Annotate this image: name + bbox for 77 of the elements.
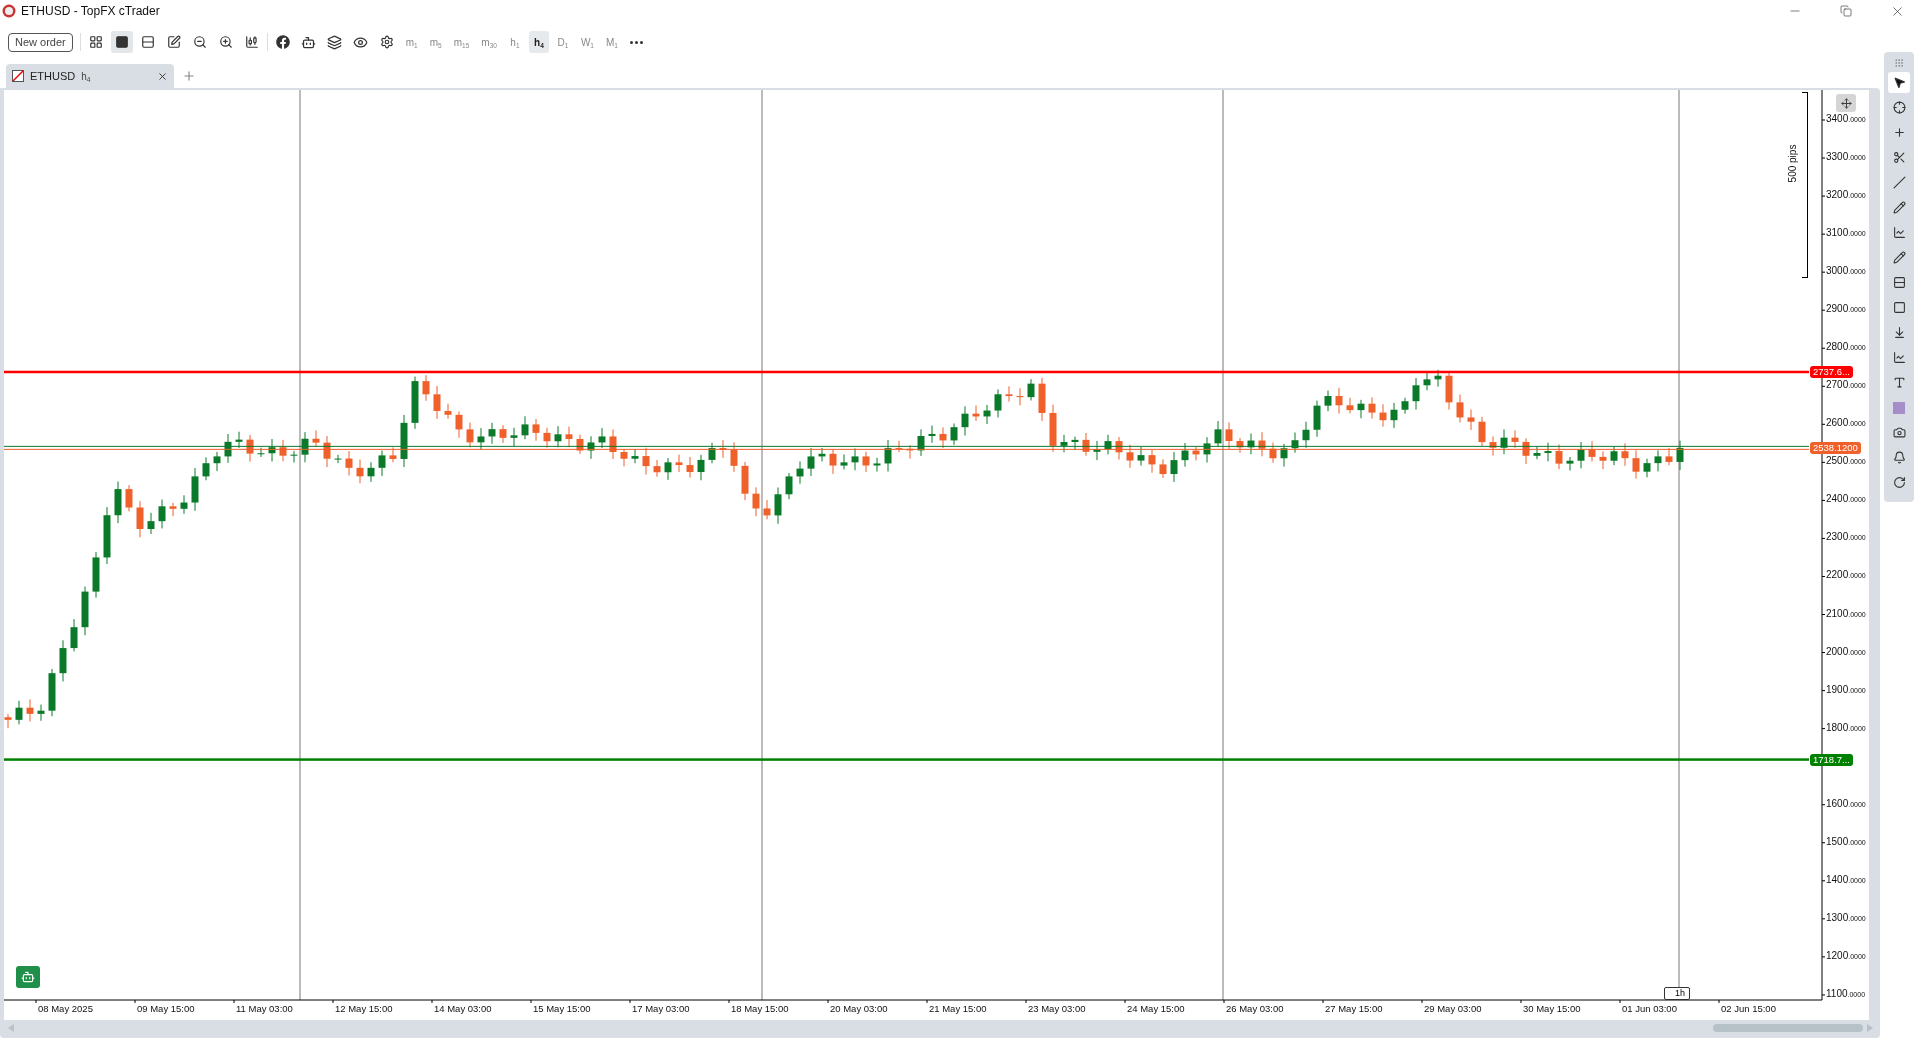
pencil-icon	[1892, 201, 1906, 214]
grid-layout-icon	[88, 35, 103, 49]
layers-icon	[327, 34, 343, 50]
timeframe-button[interactable]: h$_{1}$	[504, 31, 525, 53]
new-order-button[interactable]: New order	[8, 32, 73, 52]
window-title: ETHUSD - TopFX cTrader	[21, 4, 161, 18]
chart-edit-icon	[166, 35, 181, 49]
date-label: 20 May 03:00	[830, 1003, 888, 1014]
date-label: 12 May 15:00	[335, 1003, 393, 1014]
rows-icon	[1892, 276, 1906, 289]
settings-icon	[379, 35, 394, 49]
single-layout-button[interactable]	[110, 31, 133, 53]
timeframe-button[interactable]: M$_{1}$	[602, 31, 622, 53]
pointer-icon	[1892, 76, 1906, 89]
date-label: 27 May 15:00	[1325, 1003, 1383, 1014]
period-marker[interactable]: 1h	[1664, 987, 1690, 1000]
robot-icon	[301, 34, 317, 50]
candlestick-icon	[244, 35, 259, 49]
robot-icon	[21, 970, 35, 984]
date-label: 29 May 03:00	[1424, 1003, 1482, 1014]
chart-line-icon	[1892, 226, 1906, 239]
bell-icon	[1892, 451, 1906, 464]
close-tab-icon[interactable]	[157, 70, 168, 82]
date-label: 26 May 03:00	[1226, 1003, 1284, 1014]
date-label: 08 May 2025	[38, 1003, 93, 1014]
ruler-label: 500 pips	[1787, 144, 1799, 183]
camera-icon	[1892, 426, 1906, 439]
single-layout-icon	[114, 35, 129, 49]
scissors-icon	[1892, 151, 1906, 164]
timeframe-button[interactable]: m$_{5}$	[425, 31, 446, 53]
zoom-out-icon	[192, 35, 207, 49]
text-icon	[1892, 376, 1906, 389]
timeframe-button[interactable]: D$_{1}$	[552, 31, 573, 53]
chart-tab[interactable]: ETHUSD h$_{4}$	[6, 64, 174, 88]
circle-f-icon	[275, 35, 290, 49]
plus-icon	[1892, 126, 1906, 139]
arrow-down-icon	[1892, 326, 1906, 339]
zoom-in-icon	[218, 35, 233, 49]
crosshair-icon	[1892, 101, 1906, 114]
timeframe-button[interactable]: W$_{1}$	[576, 31, 598, 53]
date-label: 15 May 15:00	[533, 1003, 591, 1014]
date-label: 18 May 15:00	[731, 1003, 789, 1014]
timeframe-button[interactable]: m$_{30}$	[477, 31, 501, 53]
tab-timeframe[interactable]: h$_{4}$	[81, 70, 91, 82]
symbol-icon	[12, 70, 24, 82]
price-tag: 2737.6...	[1810, 365, 1853, 378]
date-label: 21 May 15:00	[929, 1003, 987, 1014]
price-tag: 1718.7...	[1810, 753, 1853, 766]
timeframe-button[interactable]: m$_{15}$	[449, 31, 474, 53]
date-label: 09 May 15:00	[137, 1003, 195, 1014]
date-label: 24 May 15:00	[1127, 1003, 1185, 1014]
date-label: 11 May 03:00	[236, 1003, 293, 1014]
date-label: 14 May 03:00	[434, 1003, 492, 1014]
rows-layout-icon	[140, 35, 155, 49]
color-swatch-icon	[1893, 401, 1905, 414]
date-label: 23 May 03:00	[1028, 1003, 1086, 1014]
rectangle-icon	[1892, 301, 1906, 314]
more-icon	[630, 40, 644, 44]
collapse-button[interactable]	[1836, 94, 1856, 112]
chart-line-icon	[1892, 351, 1906, 364]
replay-icon	[1892, 476, 1906, 489]
date-label: 01 Jun 03:00	[1622, 1003, 1677, 1014]
eye-icon	[353, 34, 369, 50]
tab-symbol: ETHUSD	[30, 70, 76, 82]
horizontal-line[interactable]	[4, 370, 1809, 374]
timeframe-button[interactable]: m$_{1}$	[401, 31, 422, 53]
drag-handle-icon[interactable]	[1894, 58, 1904, 68]
pointer-tool[interactable]	[1888, 72, 1910, 93]
pencil-icon	[1892, 251, 1906, 264]
date-label: 17 May 03:00	[632, 1003, 690, 1014]
timeframe-button[interactable]: h$_{4}$	[528, 31, 549, 53]
date-label: 30 May 15:00	[1523, 1003, 1581, 1014]
line-icon	[1892, 176, 1906, 189]
scrollbar-thumb[interactable]	[1713, 1024, 1863, 1032]
app-logo-icon	[2, 4, 16, 18]
date-label: 02 Jun 15:00	[1721, 1003, 1776, 1014]
price-tag: 2538.1200	[1810, 441, 1861, 454]
